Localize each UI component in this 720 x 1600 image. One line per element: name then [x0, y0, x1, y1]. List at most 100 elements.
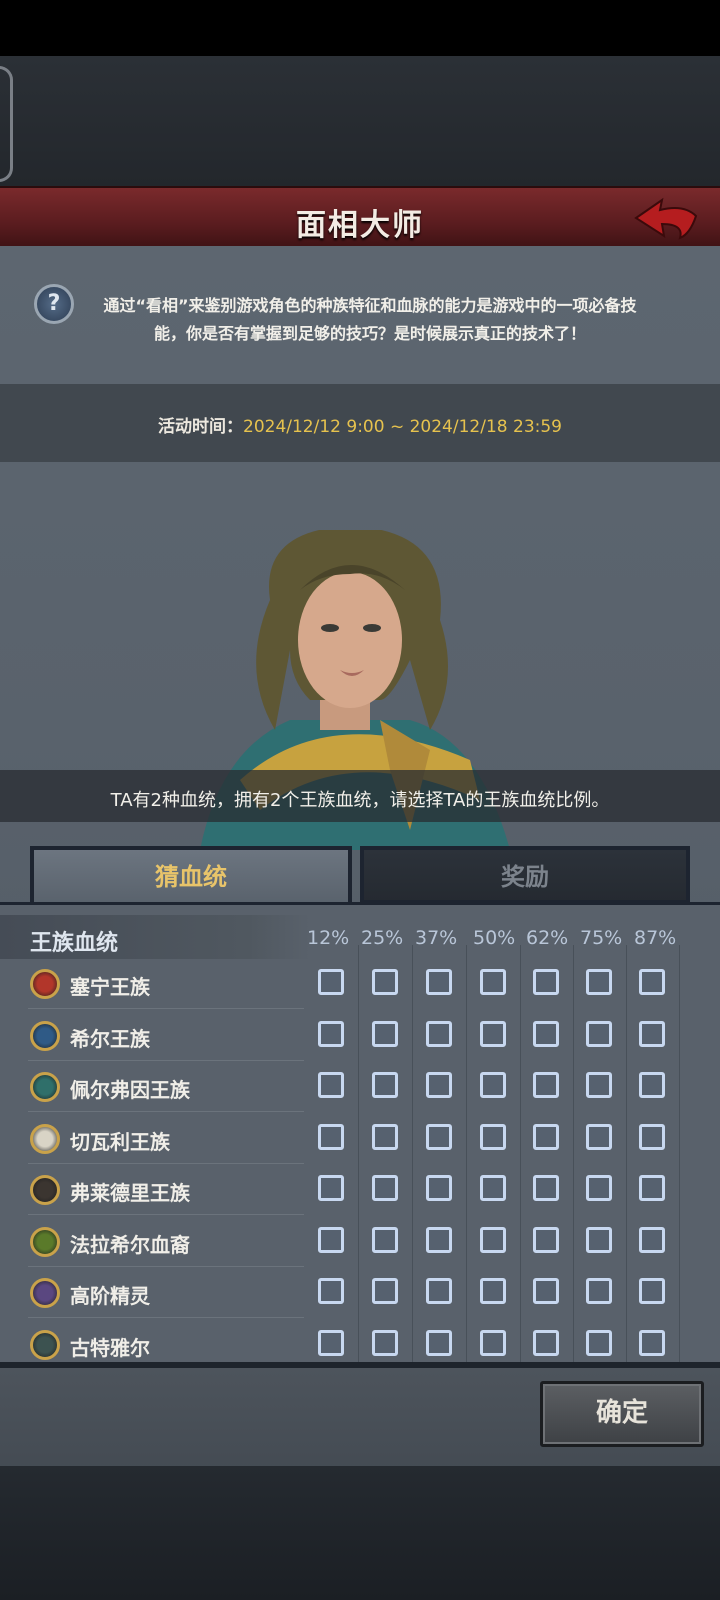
confirm-button[interactable]: 确定	[540, 1381, 704, 1447]
ratio-checkbox[interactable]	[426, 1175, 452, 1201]
bloodline-row: 弗莱德里王族	[0, 1163, 720, 1215]
page-title: 面相大师	[296, 208, 424, 243]
tab-bar: 猜血统 奖励	[30, 846, 690, 904]
ratio-checkbox[interactable]	[586, 1329, 612, 1356]
help-icon[interactable]: ?	[34, 284, 74, 324]
bloodline-row: 古特雅尔	[0, 1318, 720, 1366]
ratio-checkbox[interactable]	[318, 1020, 344, 1047]
blue-crest-icon	[30, 1020, 60, 1051]
ratio-checkbox[interactable]	[426, 1329, 452, 1356]
top-background	[0, 56, 720, 186]
ratio-checkbox[interactable]	[372, 1226, 398, 1253]
ratio-checkbox[interactable]	[480, 1175, 506, 1201]
event-time-value: 2024/12/12 9:00 ~ 2024/12/18 23:59	[243, 417, 562, 437]
ratio-checkbox[interactable]	[533, 1020, 559, 1047]
ratio-checkbox[interactable]	[586, 969, 612, 995]
percent-header: 37%	[415, 927, 458, 949]
ratio-checkbox[interactable]	[318, 969, 344, 995]
horned-crest-icon	[30, 1175, 60, 1205]
percent-header: 12%	[307, 927, 350, 949]
ratio-checkbox[interactable]	[480, 1226, 506, 1253]
tab-rewards[interactable]: 奖励	[360, 846, 690, 904]
ratio-checkbox[interactable]	[372, 1020, 398, 1047]
bloodline-row: 法拉希尔血裔	[0, 1215, 720, 1267]
bloodline-name: 佩尔弗因王族	[70, 1078, 190, 1102]
percent-header: 87%	[634, 927, 677, 949]
bloodline-name: 弗莱德里王族	[70, 1181, 190, 1205]
ratio-checkbox[interactable]	[533, 1123, 559, 1150]
percent-header: 50%	[473, 927, 516, 949]
ratio-checkbox[interactable]	[586, 1020, 612, 1047]
bloodline-name: 塞宁王族	[70, 975, 150, 999]
ratio-checkbox[interactable]	[533, 1175, 559, 1201]
percent-header: 75%	[580, 927, 623, 949]
ratio-checkbox[interactable]	[372, 1072, 398, 1098]
bloodline-name: 切瓦利王族	[70, 1129, 170, 1154]
ratio-checkbox[interactable]	[639, 1226, 665, 1253]
ratio-checkbox[interactable]	[480, 1278, 506, 1304]
bloodline-name: 希尔王族	[70, 1026, 150, 1051]
ratio-checkbox[interactable]	[426, 1072, 452, 1098]
ratio-checkbox[interactable]	[480, 1020, 506, 1047]
ratio-checkbox[interactable]	[639, 1072, 665, 1098]
ratio-checkbox[interactable]	[426, 1278, 452, 1304]
ratio-checkbox[interactable]	[426, 1123, 452, 1150]
ratio-checkbox[interactable]	[372, 1329, 398, 1356]
ratio-checkbox[interactable]	[372, 1278, 398, 1304]
ratio-checkbox[interactable]	[480, 1329, 506, 1356]
scales-icon	[30, 1123, 60, 1154]
ratio-checkbox[interactable]	[318, 1329, 344, 1356]
bloodline-row: 切瓦利王族	[0, 1112, 720, 1164]
ratio-checkbox[interactable]	[480, 1123, 506, 1150]
purple-crest-icon	[30, 1278, 60, 1308]
ratio-checkbox[interactable]	[639, 1278, 665, 1304]
ratio-checkbox[interactable]	[639, 1329, 665, 1356]
ratio-checkbox[interactable]	[318, 1278, 344, 1304]
ratio-checkbox[interactable]	[426, 1226, 452, 1253]
ratio-checkbox[interactable]	[318, 1123, 344, 1150]
ratio-checkbox[interactable]	[639, 1175, 665, 1201]
red-crest-icon	[30, 969, 60, 999]
teal-crest-icon	[30, 1072, 60, 1102]
ratio-checkbox[interactable]	[586, 1175, 612, 1201]
ratio-checkbox[interactable]	[586, 1226, 612, 1253]
ratio-checkbox[interactable]	[372, 969, 398, 995]
ratio-checkbox[interactable]	[586, 1123, 612, 1150]
bloodline-list[interactable]: 王族血统 12% 25% 37% 50% 62% 75% 87% 塞宁王族希尔王…	[0, 902, 720, 1365]
list-header: 王族血统 12% 25% 37% 50% 62% 75% 87%	[0, 915, 720, 959]
ratio-checkbox[interactable]	[586, 1072, 612, 1098]
back-button[interactable]	[632, 194, 702, 244]
ratio-checkbox[interactable]	[533, 1226, 559, 1253]
ratio-checkbox[interactable]	[639, 1020, 665, 1047]
ratio-checkbox[interactable]	[639, 1123, 665, 1150]
ratio-checkbox[interactable]	[372, 1175, 398, 1201]
bloodline-name: 古特雅尔	[70, 1335, 150, 1360]
bloodline-row: 塞宁王族	[0, 957, 720, 1009]
ratio-checkbox[interactable]	[372, 1123, 398, 1150]
ratio-checkbox[interactable]	[533, 969, 559, 995]
event-time-bar: 活动时间：2024/12/12 9:00 ~ 2024/12/18 23:59	[0, 384, 720, 462]
ratio-checkbox[interactable]	[586, 1278, 612, 1304]
bloodline-row: 高阶精灵	[0, 1266, 720, 1318]
ratio-checkbox[interactable]	[426, 1020, 452, 1047]
percent-header: 62%	[526, 927, 569, 949]
ratio-checkbox[interactable]	[318, 1226, 344, 1253]
ratio-checkbox[interactable]	[480, 1072, 506, 1098]
bottom-background	[0, 1466, 720, 1600]
status-bar	[0, 0, 720, 56]
bloodline-name: 法拉希尔血裔	[70, 1232, 190, 1257]
bloodline-row: 希尔王族	[0, 1009, 720, 1061]
intro-text: 通过“看相”来鉴别游戏角色的种族特征和血脉的能力是游戏中的一项必备技能，你是否有…	[103, 296, 637, 343]
side-frame	[0, 66, 13, 182]
ratio-checkbox[interactable]	[533, 1329, 559, 1356]
question-caption: TA有2种血统，拥有2个王族血统，请选择TA的王族血统比例。	[110, 790, 610, 811]
ratio-checkbox[interactable]	[426, 969, 452, 995]
ratio-checkbox[interactable]	[480, 969, 506, 995]
ratio-checkbox[interactable]	[533, 1278, 559, 1304]
ratio-checkbox[interactable]	[639, 969, 665, 995]
ratio-checkbox[interactable]	[318, 1072, 344, 1098]
ratio-checkbox[interactable]	[533, 1072, 559, 1098]
ratio-checkbox[interactable]	[318, 1175, 344, 1201]
list-title: 王族血统	[30, 931, 119, 956]
tab-guess-bloodline[interactable]: 猜血统	[30, 846, 352, 904]
